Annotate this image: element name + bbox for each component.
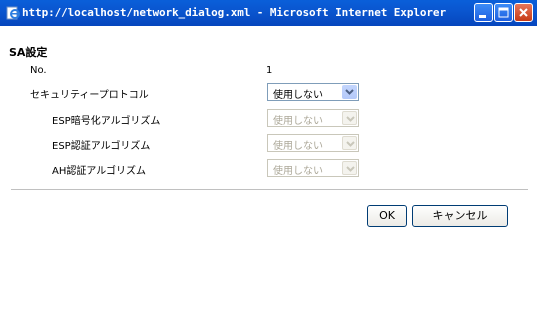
ie-page-icon [6,5,20,20]
esp-encryption-label: ESP暗号化アルゴリズム [52,116,161,127]
minimize-button[interactable] [474,3,493,22]
no-label: No. [30,65,47,76]
ah-auth-value: 使用しない [273,166,323,177]
close-icon [519,8,528,17]
dropdown-arrow-button[interactable] [342,85,357,99]
maximize-icon [498,7,509,18]
ah-auth-select: 使用しない [267,159,359,177]
esp-auth-select: 使用しない [267,134,359,152]
window-title: http://localhost/network_dialog.xml - Mi… [22,6,446,19]
cancel-button[interactable]: キャンセル [412,205,508,227]
chevron-down-icon [345,89,354,95]
minimize-icon [479,15,486,18]
security-protocol-select[interactable]: 使用しない [267,83,359,101]
esp-encryption-value: 使用しない [273,116,323,127]
divider [11,189,528,190]
dialog-window: http://localhost/network_dialog.xml - Mi… [0,0,537,326]
close-button[interactable] [514,3,533,22]
security-protocol-label: セキュリティープロトコル [30,90,149,101]
ok-button[interactable]: OK [367,205,407,227]
chevron-down-icon [346,141,355,147]
dropdown-arrow-disabled [342,111,357,125]
esp-auth-value: 使用しない [273,141,323,152]
section-title: SA設定 [9,46,48,59]
dropdown-arrow-disabled [342,136,357,150]
ah-auth-label: AH認証アルゴリズム [52,166,147,177]
esp-auth-label: ESP認証アルゴリズム [52,141,151,152]
security-protocol-value: 使用しない [273,90,323,101]
no-value: 1 [266,65,273,76]
chevron-down-icon [346,116,355,122]
esp-encryption-select: 使用しない [267,109,359,127]
title-bar[interactable]: http://localhost/network_dialog.xml - Mi… [0,0,537,26]
maximize-button[interactable] [494,3,513,22]
dropdown-arrow-disabled [342,161,357,175]
chevron-down-icon [346,166,355,172]
